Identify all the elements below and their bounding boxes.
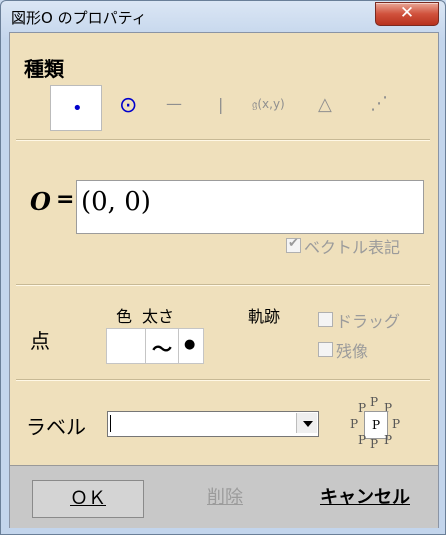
drag-label: ドラッグ — [336, 312, 401, 331]
color-label: 色 — [116, 307, 133, 326]
line-icon: — — [166, 94, 182, 113]
separator — [16, 139, 430, 141]
line-tool[interactable]: — — [150, 85, 200, 129]
text-caret — [110, 415, 111, 432]
close-icon: ✕ — [399, 3, 415, 23]
trace-label: 軌跡 — [248, 307, 281, 326]
pos-bottom-right[interactable]: P — [384, 433, 392, 447]
pos-bottom-left[interactable]: P — [358, 433, 366, 447]
title-bar: 図形O のプロパティ ✕ — [1, 1, 445, 33]
point-icon: • — [72, 98, 83, 119]
label-label: ラベル — [26, 415, 86, 439]
color-swatch[interactable] — [106, 328, 146, 364]
label-combobox[interactable] — [107, 411, 319, 437]
ok-button[interactable]: ＯＫ — [32, 480, 144, 518]
circle-point-tool[interactable]: ⊙ — [104, 85, 154, 129]
triangle-tool[interactable]: △ — [302, 85, 352, 129]
wave-icon: 〜 — [152, 337, 172, 361]
button-bar: ＯＫ 削除 キャンセル — [10, 465, 438, 528]
separator — [16, 379, 430, 381]
separator — [16, 284, 430, 286]
delete-button[interactable]: 削除 — [190, 480, 260, 516]
point-size-button[interactable]: ● — [178, 328, 204, 364]
object-name: O — [30, 187, 51, 216]
scatter-icon: ⋰ — [370, 93, 388, 114]
drag-checkbox[interactable] — [318, 312, 333, 327]
residue-label: 残像 — [336, 342, 369, 361]
residue-checkbox[interactable] — [318, 342, 333, 357]
window-title: 図形O のプロパティ — [11, 9, 147, 27]
scatter-tool[interactable]: ⋰ — [354, 85, 404, 129]
label-position-picker[interactable]: P P P P P P P P P — [348, 395, 408, 451]
chevron-down-icon[interactable] — [296, 413, 317, 433]
triangle-icon: △ — [318, 94, 332, 115]
circle-point-icon: ⊙ — [119, 93, 138, 118]
function-tool[interactable]: 𝔤(x,y) — [242, 85, 302, 129]
function-icon: 𝔤(x,y) — [252, 97, 285, 111]
dot-icon: ● — [184, 337, 196, 352]
dialog-body: 種類 • ⊙ — | 𝔤(x,y) △ ⋰ O = (0, 0) ベクトル表記 … — [9, 32, 439, 528]
cancel-button[interactable]: キャンセル — [310, 480, 420, 516]
point-label: 点 — [30, 329, 50, 353]
pos-top[interactable]: P — [370, 395, 378, 409]
vertical-line-tool[interactable]: | — [196, 85, 246, 129]
vector-label: ベクトル表記 — [304, 238, 401, 257]
pos-right[interactable]: P — [392, 417, 400, 431]
properties-window: 図形O のプロパティ ✕ 種類 • ⊙ — | 𝔤(x,y) △ ⋰ O = (… — [0, 0, 446, 535]
line-style-button[interactable]: 〜 — [145, 328, 179, 364]
vertical-line-icon: | — [218, 95, 224, 114]
pos-left[interactable]: P — [350, 417, 358, 431]
pos-bottom[interactable]: P — [370, 437, 378, 451]
vector-checkbox[interactable] — [286, 236, 301, 253]
kind-heading: 種類 — [24, 57, 64, 81]
coordinate-input[interactable]: (0, 0) — [76, 180, 424, 234]
close-button[interactable]: ✕ — [375, 2, 439, 26]
thickness-label: 太さ — [142, 307, 175, 326]
coordinate-value: (0, 0) — [81, 187, 151, 217]
equals-sign: = — [56, 187, 75, 212]
point-tool[interactable]: • — [50, 85, 102, 131]
